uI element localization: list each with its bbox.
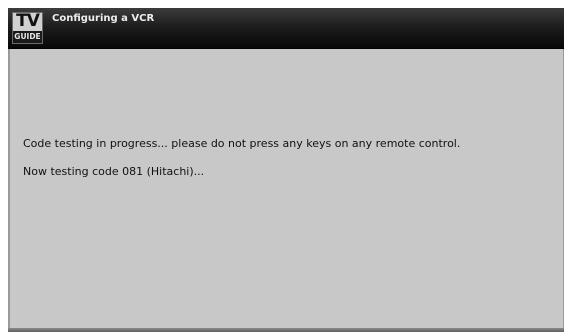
logo-tv-text: TV — [16, 11, 40, 31]
page-title: Configuring a VCR — [52, 13, 155, 24]
tv-guide-logo: TV GUIDE — [12, 12, 43, 44]
header-bar: TV GUIDE Configuring a VCR — [8, 8, 564, 49]
status-message: Code testing in progress... please do no… — [23, 137, 461, 150]
testing-code-message: Now testing code 081 (Hitachi)... — [23, 165, 205, 178]
logo-guide-text: GUIDE — [13, 31, 42, 43]
content-panel: Code testing in progress... please do no… — [8, 49, 564, 328]
tv-guide-screen: TV GUIDE Configuring a VCR Code testing … — [0, 0, 564, 333]
content-bottom-edge — [8, 328, 564, 332]
